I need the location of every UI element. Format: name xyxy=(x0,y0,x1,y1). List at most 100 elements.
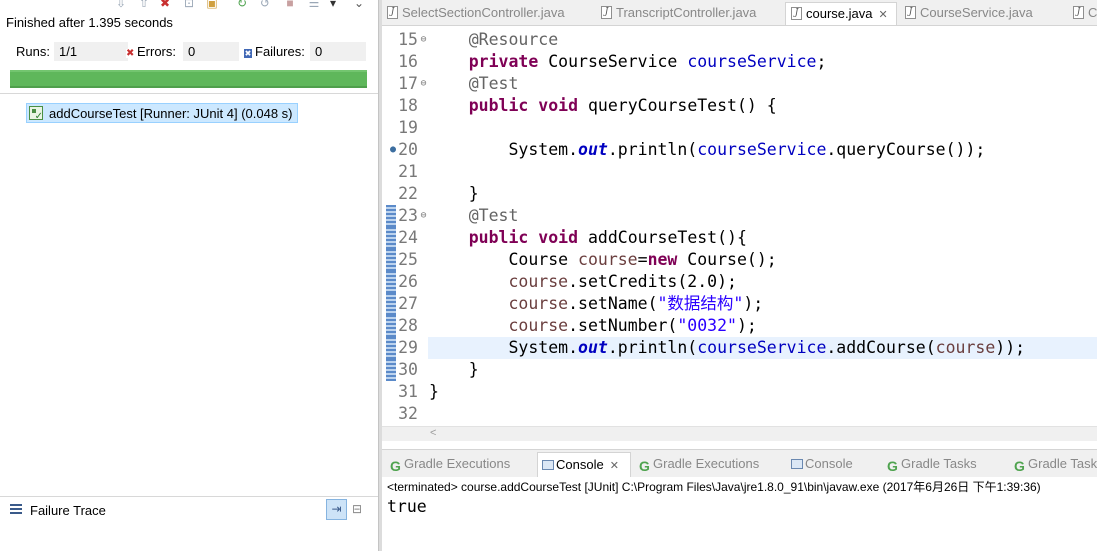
editor-tab[interactable]: J Cou xyxy=(1068,2,1097,25)
console-tab[interactable]: G Gradle Tasks xyxy=(883,452,1005,477)
code-line[interactable]: 24 public void addCourseTest(){ xyxy=(382,227,1097,249)
code-line[interactable]: 28 course.setNumber("0032"); xyxy=(382,315,1097,337)
code-line[interactable]: 21 xyxy=(382,161,1097,183)
code-text: @Test xyxy=(429,73,519,95)
rerun-failed-first-icon[interactable]: ↺ xyxy=(258,0,272,10)
errors-label-wrap: ✖ Errors: xyxy=(126,44,176,59)
close-icon[interactable]: ✕ xyxy=(610,454,619,477)
code-token: @Test xyxy=(468,206,519,225)
code-line[interactable]: 18 public void queryCourseTest() { xyxy=(382,95,1097,117)
console-tab[interactable]: Console xyxy=(787,452,879,477)
previous-failure-icon[interactable]: ⇧ xyxy=(137,0,151,10)
code-line[interactable]: 27 course.setName("数据结构"); xyxy=(382,293,1097,315)
test-item-addcoursetest[interactable]: addCourseTest [Runner: JUnit 4] (0.048 s… xyxy=(26,103,298,123)
code-token: .println( xyxy=(607,338,698,357)
console-icon xyxy=(791,459,803,469)
stop-icon[interactable]: ■ xyxy=(283,0,297,10)
fold-collapse-icon[interactable]: ⊖ xyxy=(419,73,428,95)
code-line[interactable]: 22 } xyxy=(382,183,1097,205)
chevron-down-icon[interactable]: ▾ xyxy=(326,0,340,10)
code-text: course.setCredits(2.0); xyxy=(429,271,737,293)
next-failure-icon[interactable]: ⇩ xyxy=(114,0,128,10)
code-line[interactable]: 19 xyxy=(382,117,1097,139)
editor-tab-label: TranscriptController.java xyxy=(616,5,757,20)
console-tab[interactable]: G Gradle Executions xyxy=(386,452,532,477)
gradle-icon: G xyxy=(1014,458,1025,474)
code-line[interactable]: 16 private CourseService courseService; xyxy=(382,51,1097,73)
line-number: 28 xyxy=(398,316,418,335)
code-line[interactable]: 26 course.setCredits(2.0); xyxy=(382,271,1097,293)
code-token: queryCourseTest() { xyxy=(578,96,777,115)
show-failures-only-icon[interactable]: ✖ xyxy=(158,0,172,10)
code-line[interactable]: 31} xyxy=(382,381,1097,403)
failure-icon: ✖ xyxy=(244,49,252,58)
code-editor[interactable]: 15 ⊖ @Resource 16 private CourseService co… xyxy=(382,27,1097,426)
editor-tab[interactable]: Jcourse.java ✕ xyxy=(785,2,897,25)
editor-tab[interactable]: J TranscriptController.java xyxy=(596,2,781,25)
code-text: } xyxy=(429,381,439,403)
code-line[interactable]: 15 ⊖ @Resource xyxy=(382,29,1097,51)
junit-view: ⇩ ⇧ ✖ ⊡ ▣ ↻ ↺ ■ ☰ ▾ ⌄ Finished after 1.3… xyxy=(0,0,378,551)
console-tab[interactable]: G Gradle Task xyxy=(1010,452,1097,477)
console-tab[interactable]: G Gradle Executions xyxy=(635,452,783,477)
console-tab[interactable]: Console ✕ xyxy=(537,452,631,477)
console-tab-label: Gradle Executions xyxy=(404,456,511,471)
scroll-lock-icon[interactable]: ⊡ xyxy=(182,0,196,10)
code-line[interactable]: 29 System.out.println(courseService.addC… xyxy=(382,337,1097,359)
code-token: course xyxy=(508,272,569,291)
code-token: private xyxy=(468,52,539,71)
line-number: 16 xyxy=(398,52,418,71)
code-line[interactable]: 25 Course course=new Course(); xyxy=(382,249,1097,271)
line-number: 32 xyxy=(398,404,418,423)
editor-tab[interactable]: J SelectSectionController.java xyxy=(382,2,592,25)
code-line[interactable]: ● 20 System.out.println(courseService.que… xyxy=(382,139,1097,161)
code-line[interactable]: 23 ⊖ @Test xyxy=(382,205,1097,227)
code-token: "数据结构" xyxy=(657,294,744,313)
junit-test-tree[interactable]: addCourseTest [Runner: JUnit 4] (0.048 s… xyxy=(0,93,378,493)
code-token: courseService xyxy=(687,52,817,71)
code-line[interactable]: 17 ⊖ @Test xyxy=(382,73,1097,95)
line-number: 21 xyxy=(398,162,418,181)
editor-tab-label: Cou xyxy=(1088,5,1097,20)
line-number: 30 xyxy=(398,360,418,379)
test-passed-icon xyxy=(29,106,43,122)
code-token: courseService xyxy=(697,338,827,357)
junit-counters: Runs: 1/1 ✖ Errors: 0 ✖ Failures: 0 xyxy=(10,42,370,61)
console-view[interactable]: <terminated> course.addCourseTest [JUnit… xyxy=(382,477,1097,551)
code-token: @Test xyxy=(468,74,519,93)
code-token: void xyxy=(538,96,579,115)
code-token: .setNumber( xyxy=(568,316,678,335)
code-text: private CourseService courseService; xyxy=(429,51,827,73)
line-number: 27 xyxy=(398,294,418,313)
editor-horizontal-scrollbar[interactable]: < xyxy=(382,426,1097,441)
code-token: } xyxy=(429,360,479,379)
code-token: public xyxy=(468,96,529,115)
filter-stack-trace-icon[interactable]: ⇥ xyxy=(326,499,347,520)
junit-toolbar: ⇩ ⇧ ✖ ⊡ ▣ ↻ ↺ ■ ☰ ▾ ⌄ xyxy=(0,0,378,14)
console-tab-label: Gradle Task xyxy=(1028,456,1097,471)
compare-result-icon[interactable]: ⊟ xyxy=(352,502,367,517)
code-line[interactable]: 30 } xyxy=(382,359,1097,381)
test-run-history-icon[interactable]: ☰ xyxy=(307,0,321,10)
gradle-icon: G xyxy=(887,458,898,474)
code-token: course xyxy=(578,250,638,269)
history-icon[interactable]: ▣ xyxy=(205,0,219,10)
code-token: .println( xyxy=(607,140,698,159)
code-text: } xyxy=(429,183,479,205)
scroll-left-icon[interactable]: < xyxy=(430,427,436,439)
code-text: course.setNumber("0032"); xyxy=(429,315,756,337)
view-menu-icon[interactable]: ⌄ xyxy=(352,0,366,10)
code-text: System.out.println(courseService.addCour… xyxy=(429,337,1025,359)
code-line[interactable]: 32 xyxy=(382,403,1097,425)
console-tabs: G Gradle Executions Console ✕ G Gradle Execut… xyxy=(382,449,1097,477)
close-icon[interactable]: ✕ xyxy=(878,4,887,25)
fold-collapse-icon[interactable]: ⊖ xyxy=(419,205,428,227)
rerun-test-icon[interactable]: ↻ xyxy=(235,0,249,10)
code-token: Course(); xyxy=(677,250,777,269)
fold-collapse-icon[interactable]: ⊖ xyxy=(419,29,428,51)
editor-tab[interactable]: J CourseService.java xyxy=(900,2,1065,25)
failures-value: 0 xyxy=(310,42,366,61)
